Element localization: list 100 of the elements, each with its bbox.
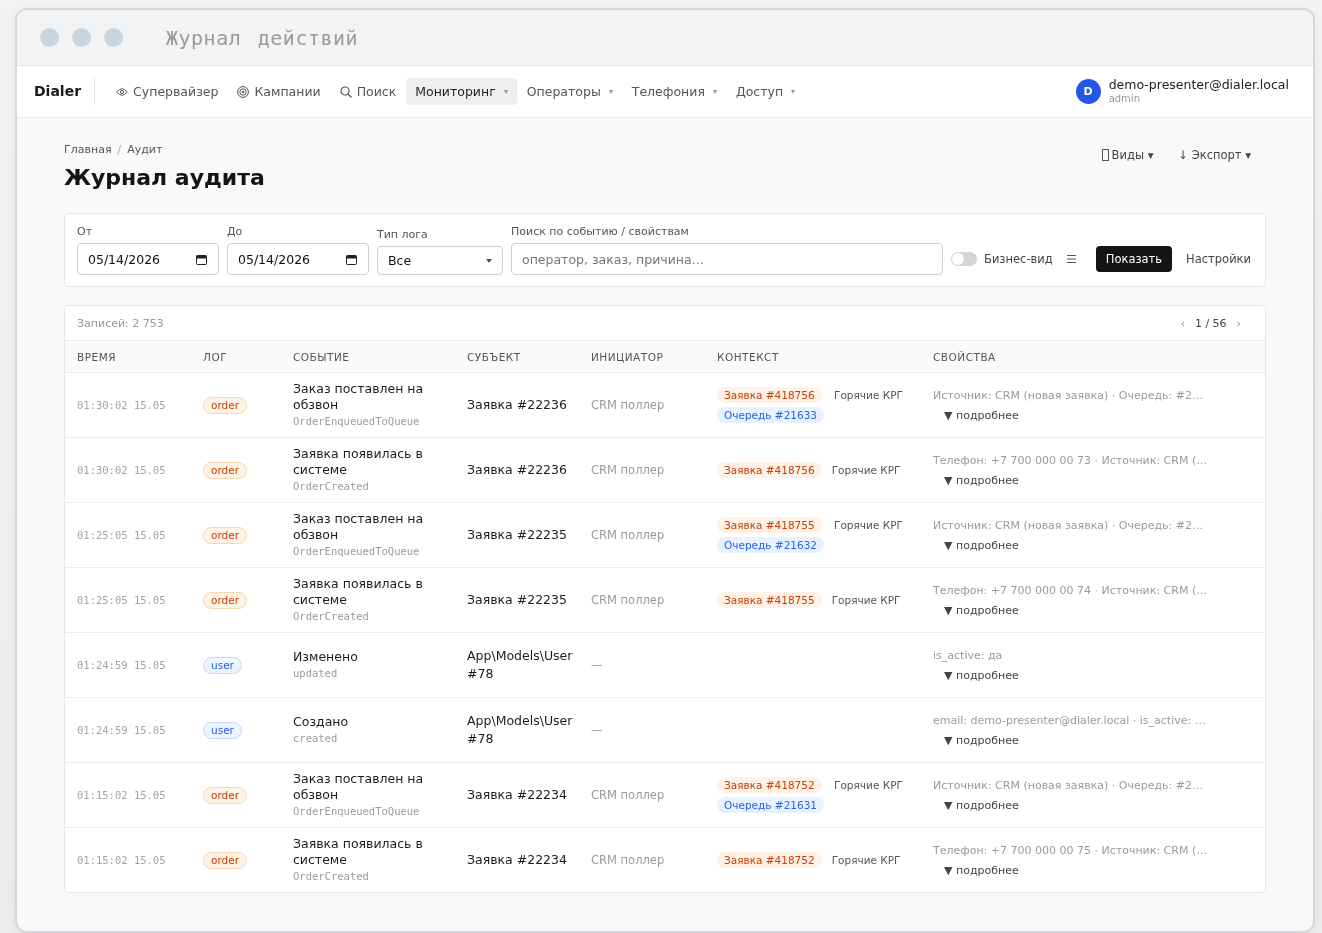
details-toggle[interactable]: ▼ подробнее (944, 473, 1019, 487)
nav-menu-item[interactable]: Кампании (228, 78, 330, 105)
properties-text: Источник: CRM (новая заявка) · Очередь: #2… (933, 388, 1203, 402)
show-button[interactable]: Показать (1095, 246, 1173, 272)
nav-menu-item[interactable]: Телефония (622, 78, 726, 105)
event-title: Заявка появилась в системе (293, 576, 424, 608)
calendar-icon (346, 254, 357, 265)
previous-page-button[interactable]: ‹ (1177, 316, 1188, 330)
event-title: Создано (293, 714, 350, 730)
event-code: OrderCreated (293, 609, 370, 624)
settings-button[interactable]: Настройки (1180, 246, 1262, 272)
log-badge: order (203, 591, 247, 609)
menu-icon[interactable] (1066, 255, 1076, 263)
context-note: Горячие КРГ (831, 594, 901, 606)
breadcrumb-link[interactable]: Главная (64, 143, 112, 156)
event-title: Заказ поставлен на обзвон (293, 381, 425, 413)
context-note: Горячие КРГ (834, 519, 903, 531)
log-badge: user (203, 721, 242, 739)
context-tag[interactable]: Заявка #418752 (717, 777, 822, 793)
event-code: updated (293, 666, 339, 681)
header-action-button[interactable]: ↓ Экспорт ▾ (1170, 146, 1259, 164)
initiator-cell-text: CRM поллер (591, 463, 666, 477)
eye-icon (116, 87, 129, 96)
user-email: demo-presenter@dialer.local (1108, 76, 1289, 92)
details-toggle[interactable]: ▼ подробнее (944, 863, 1019, 877)
context-note: Горячие КРГ (834, 779, 903, 791)
properties-text: Источник: CRM (новая заявка) · Очередь: #2… (933, 778, 1203, 792)
breadcrumb-separator: / (117, 143, 122, 156)
user-avatar[interactable]: D (1075, 79, 1101, 104)
subject-cell-text: Заявка #22235 (467, 526, 568, 544)
nav-menu-item[interactable]: Операторы (517, 78, 622, 105)
log-badge: order (203, 851, 247, 869)
column-header: СОБЫТИЕ (293, 350, 351, 363)
event-code: created (293, 731, 339, 746)
time-cell-text: 01:30:02 15.05 (77, 464, 167, 476)
context-tag[interactable]: Заявка #418755 (717, 517, 822, 533)
nav-menu-item[interactable]: Поиск (330, 78, 406, 105)
initiator-cell-text: CRM поллер (591, 788, 666, 802)
breadcrumb-link[interactable]: Аудит (127, 143, 163, 156)
frame-icon (1101, 149, 1109, 161)
context-tag[interactable]: Заявка #418752 (717, 852, 822, 868)
context-tag[interactable]: Заявка #418755 (717, 592, 822, 608)
time-cell-text: 01:24:59 15.05 (77, 724, 167, 736)
caret-icon (503, 89, 508, 94)
context-tag[interactable]: Очередь #21631 (717, 797, 825, 813)
next-page-button[interactable]: › (1233, 316, 1244, 330)
date-to-field[interactable]: 05/14/2026 (227, 243, 369, 275)
subject-cell-text: Заявка #22236 (467, 461, 568, 479)
properties-text: is_active: да (933, 648, 1003, 662)
subject-cell-text: Заявка #22235 (467, 591, 568, 609)
column-header: ВРЕМЯ (77, 350, 118, 363)
event-code: OrderEnqueuedToQueue (293, 414, 421, 429)
nav-menu-item[interactable]: Мониторинг (406, 78, 517, 105)
page-indicator: 1 / 56 (1194, 316, 1227, 330)
initiator-cell-text: CRM поллер (591, 593, 666, 607)
toggle-switch[interactable] (951, 252, 977, 266)
properties-text: Телефон: +7 700 000 00 74 · Источник: CRM (… (933, 583, 1208, 597)
event-title: Изменено (293, 649, 359, 665)
window-control-dot[interactable] (40, 28, 59, 47)
log-badge: user (203, 656, 242, 674)
window-control-dot[interactable] (104, 28, 123, 47)
details-toggle[interactable]: ▼ подробнее (944, 538, 1019, 552)
column-header: ЛОГ (203, 350, 229, 363)
details-toggle[interactable]: ▼ подробнее (944, 408, 1019, 422)
subject-cell-text: Заявка #22236 (467, 396, 568, 414)
log-type-select[interactable]: Все (377, 246, 503, 275)
calendar-icon (196, 254, 207, 265)
field-label: От (77, 225, 94, 238)
search-field[interactable]: оператор, заказ, причина… (511, 243, 943, 275)
details-toggle[interactable]: ▼ подробнее (944, 798, 1019, 812)
context-tag[interactable]: Очередь #21633 (717, 407, 825, 423)
window-title: Журнал действий (166, 25, 359, 50)
search-icon (339, 85, 352, 98)
initiator-cell-text: CRM поллер (591, 528, 666, 542)
time-cell-text: 01:15:02 15.05 (77, 789, 167, 801)
column-header: СВОЙСТВА (933, 350, 997, 363)
event-title: Заказ поставлен на обзвон (293, 771, 425, 803)
log-badge: order (203, 526, 247, 544)
event-title: Заявка появилась в системе (293, 446, 424, 478)
date-from-field[interactable]: 05/14/2026 (77, 243, 219, 275)
properties-text: Телефон: +7 700 000 00 73 · Источник: CRM (… (933, 453, 1208, 467)
details-toggle[interactable]: ▼ подробнее (944, 603, 1019, 617)
context-tag[interactable]: Очередь #21632 (717, 537, 825, 553)
context-note: Горячие КРГ (831, 854, 901, 866)
app-brand: Dialer (34, 78, 96, 105)
context-tag[interactable]: Заявка #418756 (717, 387, 822, 403)
time-cell-text: 01:15:02 15.05 (77, 854, 167, 866)
initiator-cell-text: CRM поллер (591, 398, 666, 412)
window-control-dot[interactable] (72, 28, 91, 47)
context-tag[interactable]: Заявка #418756 (717, 462, 822, 478)
caret-icon (712, 89, 717, 94)
nav-menu-item[interactable]: Доступ (726, 78, 805, 105)
header-action-button[interactable]: Виды ▾ (1093, 146, 1162, 164)
field-label: До (227, 225, 244, 238)
nav-menu-item[interactable]: Супервайзер (107, 78, 228, 105)
target-icon (237, 85, 250, 98)
column-header: КОНТЕКСТ (717, 350, 780, 363)
context-note: Горячие КРГ (831, 464, 901, 476)
details-toggle[interactable]: ▼ подробнее (944, 733, 1019, 747)
details-toggle[interactable]: ▼ подробнее (944, 668, 1019, 682)
